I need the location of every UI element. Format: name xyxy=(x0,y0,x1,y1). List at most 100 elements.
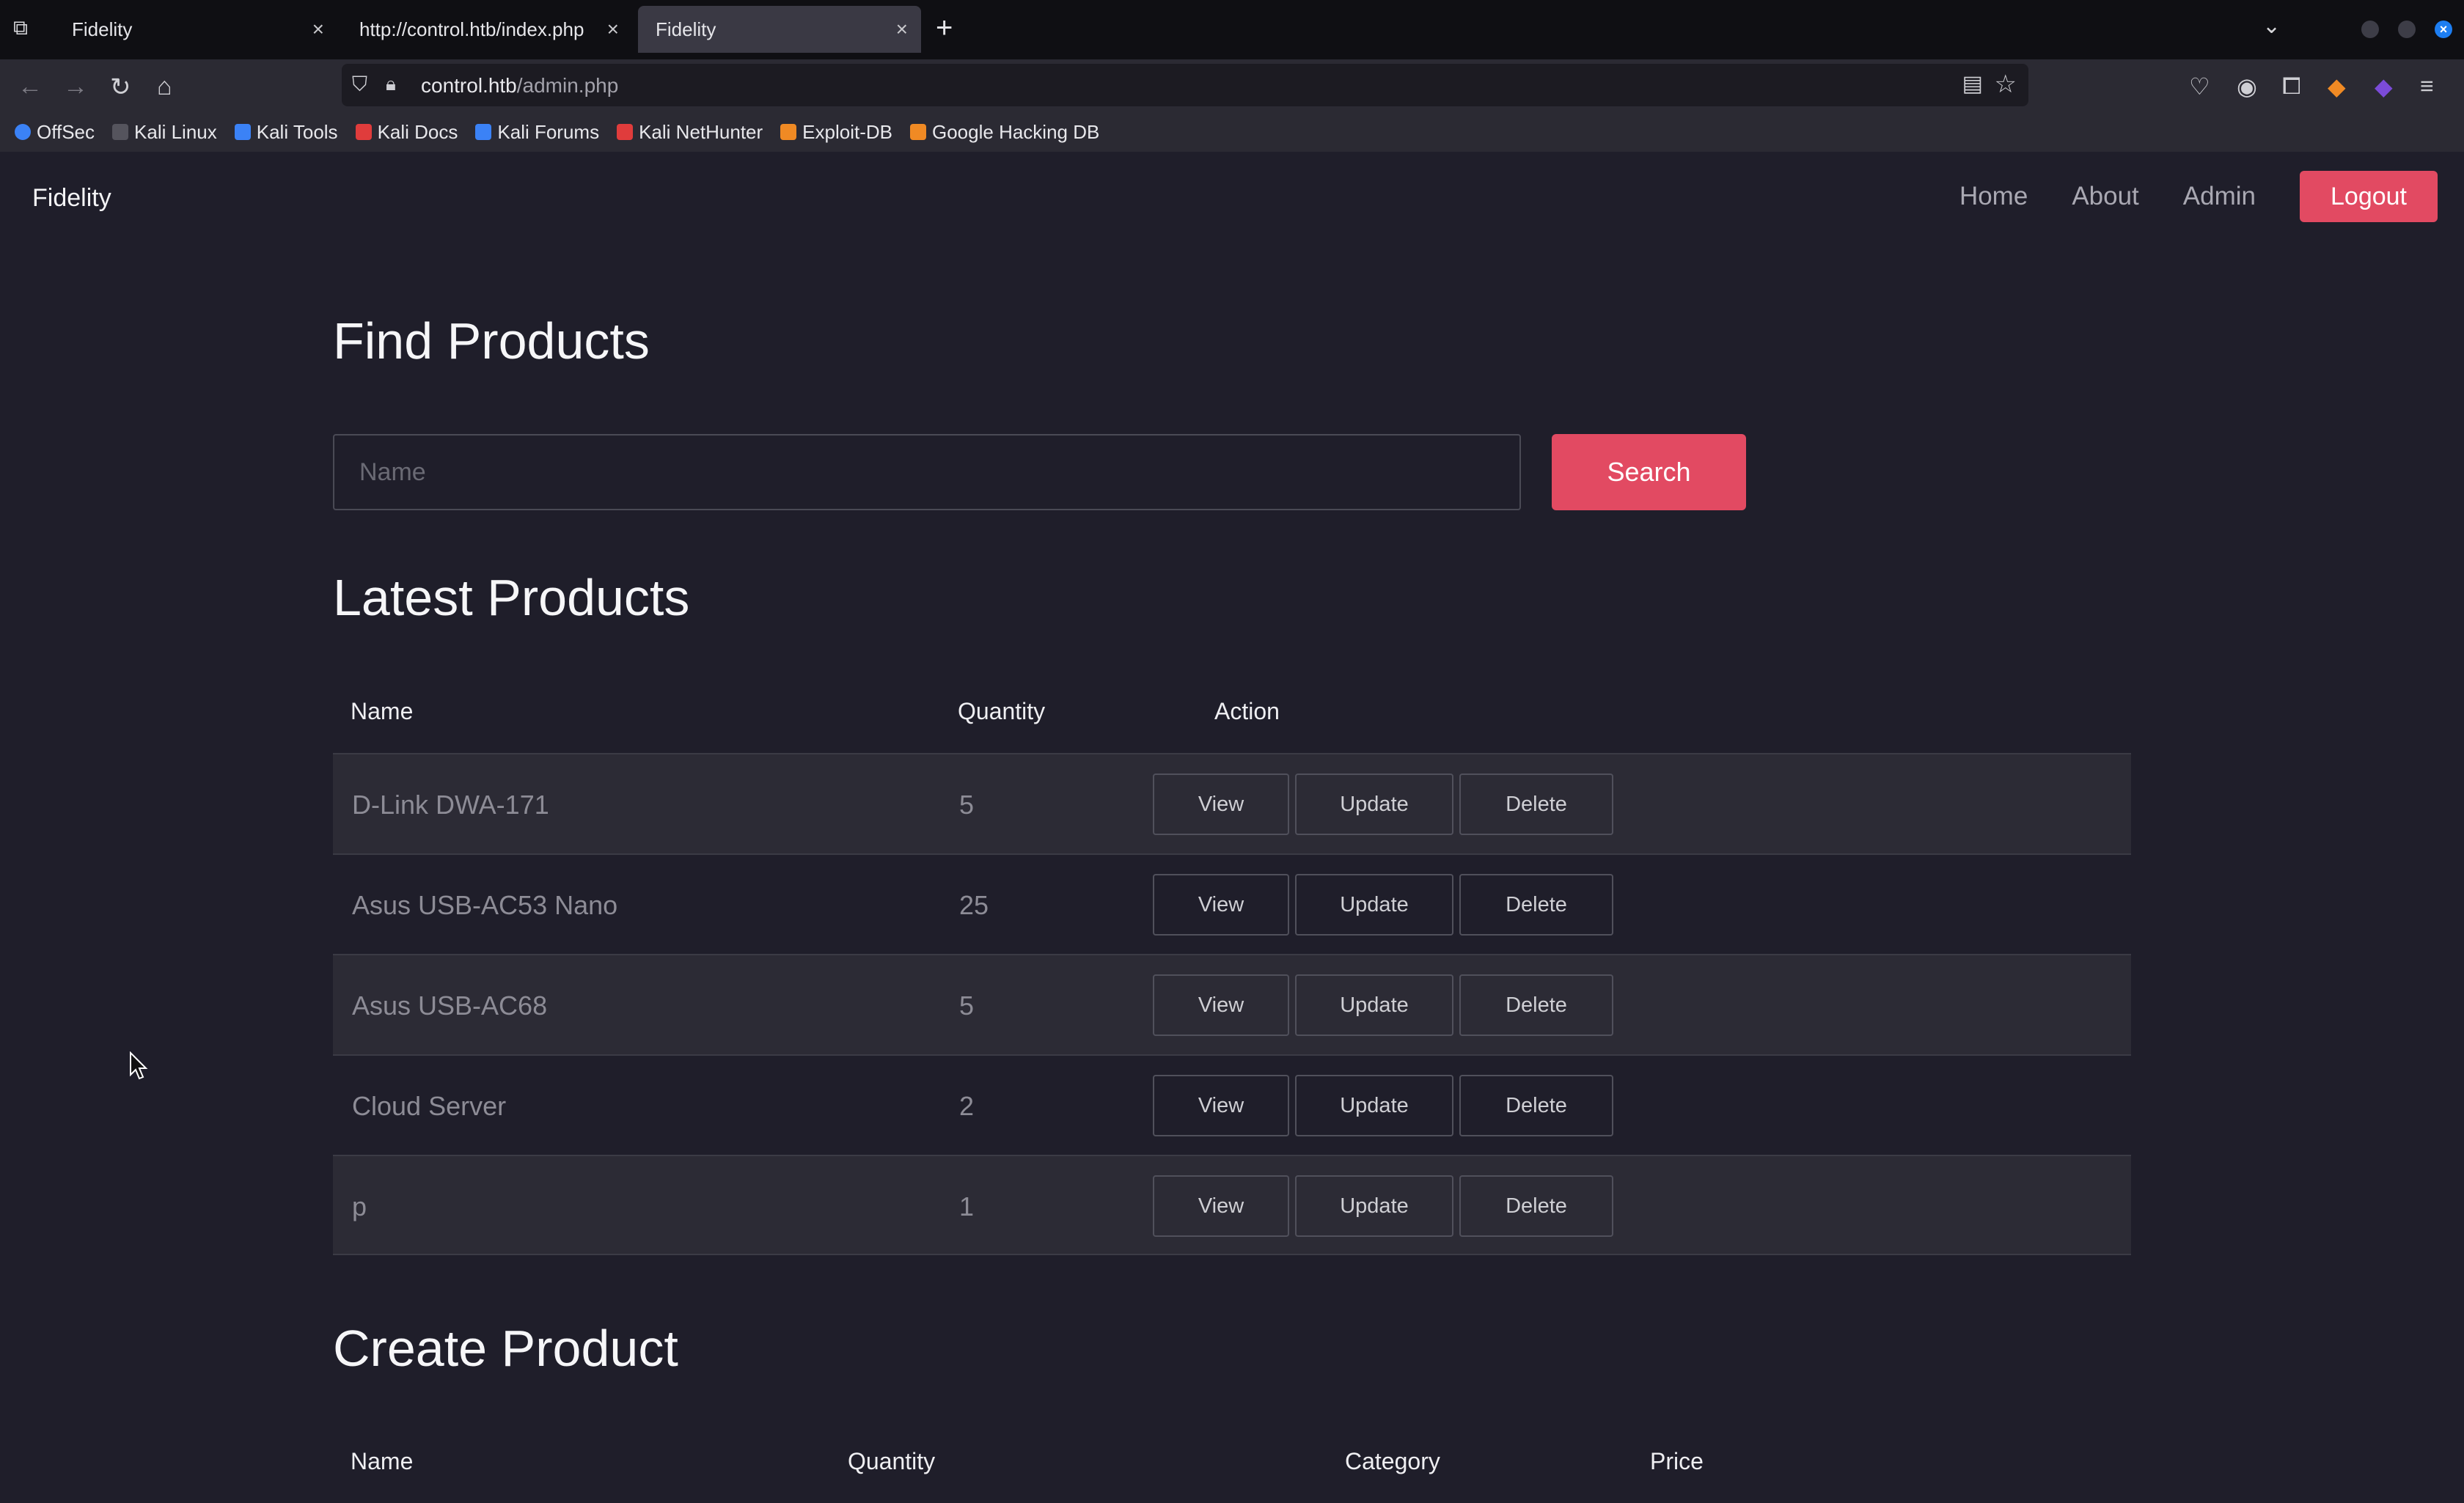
delete-button[interactable]: Delete xyxy=(1459,1175,1613,1237)
bookmark-kali-nethunter[interactable]: Kali NetHunter xyxy=(617,121,763,144)
bookmark-kali-forums[interactable]: Kali Forums xyxy=(475,121,599,144)
close-icon[interactable]: × xyxy=(896,18,908,41)
view-button[interactable]: View xyxy=(1153,773,1289,835)
delete-button[interactable]: Delete xyxy=(1459,773,1613,835)
update-button[interactable]: Update xyxy=(1295,773,1453,835)
delete-button[interactable]: Delete xyxy=(1459,974,1613,1036)
table-row: Cloud Server 2 View Update Delete xyxy=(333,1054,2131,1155)
lock-icon[interactable]: 🔒︎ xyxy=(386,73,396,96)
latest-products-table: D-Link DWA-171 5 View Update Delete Asus… xyxy=(333,753,2131,1255)
offsec-icon xyxy=(15,124,31,140)
bookmark-kali-linux[interactable]: Kali Linux xyxy=(112,121,217,144)
create-column-price: Price xyxy=(1650,1448,1704,1474)
tab-title: Fidelity xyxy=(72,18,133,40)
table-row: Asus USB-AC68 5 View Update Delete xyxy=(333,954,2131,1054)
nav-admin-link[interactable]: Admin xyxy=(2183,182,2256,211)
close-window-icon[interactable]: × xyxy=(2435,21,2452,38)
pocket-icon[interactable]: ♡ xyxy=(2189,73,2210,100)
product-quantity: 2 xyxy=(959,1091,975,1121)
bookmark-star-icon[interactable]: ☆ xyxy=(1995,70,2017,99)
url-bar[interactable]: ⛉ 🔒︎ control.htb/admin.php ▤ ☆ xyxy=(342,64,2028,106)
browser-tab-bar: ⧉ Fidelity × http://control.htb/index.ph… xyxy=(0,0,2464,59)
url-path: /admin.php xyxy=(516,74,619,97)
table-row: D-Link DWA-171 5 View Update Delete xyxy=(333,753,2131,853)
search-input[interactable] xyxy=(334,436,1519,509)
latest-products-heading: Latest Products xyxy=(333,569,690,626)
browser-nav-bar: ← → ↻ ⌂ ⛉ 🔒︎ control.htb/admin.php ▤ ☆ ♡… xyxy=(0,59,2464,112)
search-button[interactable]: Search xyxy=(1552,434,1746,510)
back-arrow-icon[interactable]: ← xyxy=(18,73,43,101)
browser-tab-2[interactable]: http://control.htb/index.php × xyxy=(342,6,632,53)
bookmarks-toolbar: OffSec Kali Linux Kali Tools Kali Docs K… xyxy=(0,112,2464,152)
tab-list-icon[interactable]: ⧉ xyxy=(13,16,38,41)
bookmark-label: Kali NetHunter xyxy=(639,120,763,143)
nav-home-link[interactable]: Home xyxy=(1959,182,2028,211)
extensions-icon[interactable]: ⧠ xyxy=(2282,73,2301,100)
ghdb-icon xyxy=(910,124,926,140)
update-button[interactable]: Update xyxy=(1295,974,1453,1036)
logout-button[interactable]: Logout xyxy=(2300,171,2438,222)
product-quantity: 5 xyxy=(959,991,975,1021)
product-quantity: 25 xyxy=(959,890,989,920)
site-nav: Home About Admin Logout xyxy=(1959,171,2438,222)
bookmark-label: Exploit-DB xyxy=(802,120,892,143)
kali-dragon-icon xyxy=(112,124,129,140)
bookmark-label: Kali Linux xyxy=(134,120,217,143)
view-button[interactable]: View xyxy=(1153,874,1289,936)
bookmark-kali-docs[interactable]: Kali Docs xyxy=(355,120,458,144)
bookmark-label: OffSec xyxy=(37,120,95,143)
bookmark-label: Kali Forums xyxy=(497,120,600,143)
site-brand[interactable]: Fidelity xyxy=(32,184,111,213)
view-button[interactable]: View xyxy=(1153,1075,1289,1136)
product-quantity: 1 xyxy=(959,1191,975,1221)
close-icon[interactable]: × xyxy=(312,18,324,41)
update-button[interactable]: Update xyxy=(1295,1075,1453,1136)
bookmark-offsec[interactable]: OffSec xyxy=(15,121,95,144)
shield-icon[interactable]: ⛉ xyxy=(352,73,367,97)
nav-about-link[interactable]: About xyxy=(2072,182,2138,211)
bookmark-label: Kali Tools xyxy=(256,120,338,143)
delete-button[interactable]: Delete xyxy=(1459,1075,1613,1136)
product-name: Cloud Server xyxy=(352,1091,507,1121)
url-text[interactable]: control.htb/admin.php xyxy=(421,74,618,98)
reload-icon[interactable]: ↻ xyxy=(110,73,131,102)
maximize-icon[interactable] xyxy=(2398,21,2416,38)
mouse-cursor-icon xyxy=(130,1051,148,1080)
delete-button[interactable]: Delete xyxy=(1459,874,1613,936)
bookmark-label: Google Hacking DB xyxy=(932,120,1100,143)
column-header-quantity: Quantity xyxy=(958,698,1046,724)
kali-tools-icon xyxy=(234,124,251,140)
bookmark-exploit-db[interactable]: Exploit-DB xyxy=(780,121,892,144)
bookmark-google-hacking-db[interactable]: Google Hacking DB xyxy=(910,121,1099,144)
menu-icon[interactable]: ≡ xyxy=(2420,73,2434,100)
page-content: Fidelity Home About Admin Logout Find Pr… xyxy=(0,152,2464,1503)
update-button[interactable]: Update xyxy=(1295,874,1453,936)
product-name: p xyxy=(352,1191,367,1221)
column-header-name: Name xyxy=(351,698,414,724)
browser-tab-1[interactable]: Fidelity × xyxy=(54,6,337,53)
product-name: Asus USB-AC53 Nano xyxy=(352,890,618,920)
chevron-down-icon[interactable]: ⌄ xyxy=(2262,13,2281,39)
kali-docs-icon xyxy=(355,124,372,140)
column-header-action: Action xyxy=(1214,698,1280,724)
foxyproxy-icon[interactable]: ◆ xyxy=(2375,73,2393,100)
minimize-icon[interactable] xyxy=(2361,21,2379,38)
view-button[interactable]: View xyxy=(1153,1175,1289,1237)
forward-arrow-icon[interactable]: → xyxy=(63,73,88,101)
new-tab-icon[interactable]: + xyxy=(936,12,953,45)
kali-forums-icon xyxy=(475,124,492,140)
browser-tab-3-active[interactable]: Fidelity × xyxy=(638,6,921,53)
close-icon[interactable]: × xyxy=(607,18,619,41)
burp-extension-icon[interactable]: ◆ xyxy=(2328,73,2346,100)
update-button[interactable]: Update xyxy=(1295,1175,1453,1237)
product-name: D-Link DWA-171 xyxy=(352,790,549,820)
bookmark-kali-tools[interactable]: Kali Tools xyxy=(234,120,338,144)
exploit-db-icon xyxy=(780,124,797,140)
view-button[interactable]: View xyxy=(1153,974,1289,1036)
table-row: p 1 View Update Delete xyxy=(333,1155,2131,1255)
reader-view-icon[interactable]: ▤ xyxy=(1962,71,1983,97)
create-product-heading: Create Product xyxy=(333,1320,678,1377)
account-icon[interactable]: ◉ xyxy=(2237,73,2257,100)
bookmark-label: Kali Docs xyxy=(377,120,458,143)
home-icon[interactable]: ⌂ xyxy=(157,73,172,101)
